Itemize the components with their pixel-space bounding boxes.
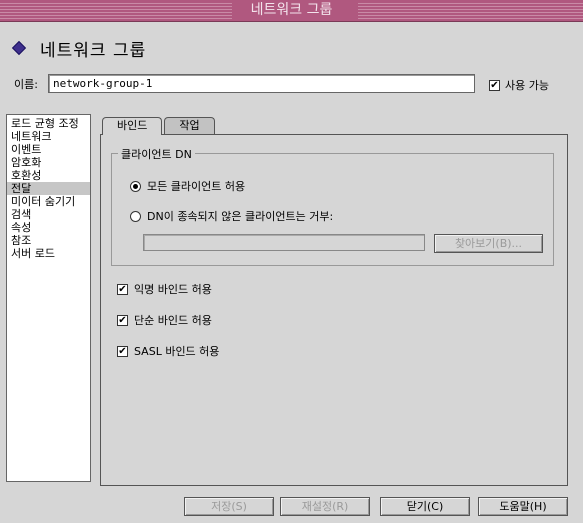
- allow-all-option[interactable]: 모든 클라이언트 허용: [130, 178, 245, 194]
- titlebar-grip-left: [0, 3, 232, 19]
- titlebar-grip-right: [358, 3, 583, 19]
- sidebar-item-attributes[interactable]: 속성: [7, 221, 90, 234]
- deny-unbound-radio[interactable]: [130, 210, 141, 222]
- bind-panel: 클라이언트 DN 모든 클라이언트 허용 DN이 종속되지 않은 클라이언트는 …: [100, 134, 568, 486]
- sidebar-item-events[interactable]: 이벤트: [7, 143, 90, 156]
- sasl-bind-label: SASL 바인드 허용: [134, 345, 220, 358]
- anonymous-bind-label: 익명 바인드 허용: [134, 283, 212, 296]
- sidebar: 로드 균형 조정 네트워크 이벤트 암호화 호환성 전달 미이터 숨기기 검색 …: [6, 114, 91, 482]
- tab-bar: 바인드 작업: [102, 117, 217, 135]
- dn-input[interactable]: [143, 234, 425, 251]
- page-header: 네트워크 그룹: [11, 36, 147, 61]
- sidebar-item-referrals[interactable]: 참조: [7, 234, 90, 247]
- sasl-bind-option[interactable]: ✔ SASL 바인드 허용: [117, 343, 219, 359]
- sasl-bind-checkbox[interactable]: ✔: [117, 345, 128, 357]
- deny-unbound-option[interactable]: DN이 종속되지 않은 클라이언트는 거부:: [130, 208, 333, 224]
- sidebar-item-search[interactable]: 검색: [7, 208, 90, 221]
- reset-button[interactable]: 재설정(R): [280, 497, 370, 516]
- anonymous-bind-option[interactable]: ✔ 익명 바인드 허용: [117, 281, 212, 297]
- simple-bind-option[interactable]: ✔ 단순 바인드 허용: [117, 312, 212, 328]
- page-title: 네트워크 그룹: [40, 40, 147, 61]
- network-group-icon: [11, 40, 27, 56]
- sidebar-item-forwarding[interactable]: 전달: [7, 182, 90, 195]
- enabled-checkbox[interactable]: ✔: [489, 79, 500, 91]
- tab-operations[interactable]: 작업: [164, 117, 215, 134]
- sidebar-item-network[interactable]: 네트워크: [7, 130, 90, 143]
- window-title: 네트워크 그룹: [250, 2, 333, 18]
- sidebar-item-hide-data[interactable]: 미이터 숨기기: [7, 195, 90, 208]
- deny-unbound-label: DN이 종속되지 않은 클라이언트는 거부:: [147, 210, 334, 223]
- sidebar-item-compatibility[interactable]: 호환성: [7, 169, 90, 182]
- simple-bind-label: 단순 바인드 허용: [134, 314, 212, 327]
- enabled-label: 사용 가능: [505, 79, 549, 92]
- save-button[interactable]: 저장(S): [184, 497, 274, 516]
- sidebar-item-load-balancing[interactable]: 로드 균형 조정: [7, 117, 90, 130]
- close-button[interactable]: 닫기(C): [380, 497, 470, 516]
- title-bar: 네트워크 그룹: [0, 0, 583, 22]
- allow-all-radio[interactable]: [130, 180, 141, 192]
- sidebar-item-server-load[interactable]: 서버 로드: [7, 247, 90, 260]
- client-dn-group: 클라이언트 DN 모든 클라이언트 허용 DN이 종속되지 않은 클라이언트는 …: [111, 146, 554, 266]
- allow-all-label: 모든 클라이언트 허용: [147, 180, 246, 193]
- sidebar-item-encryption[interactable]: 암호화: [7, 156, 90, 169]
- simple-bind-checkbox[interactable]: ✔: [117, 314, 128, 326]
- browse-button[interactable]: 찾아보기(B)...: [434, 234, 543, 253]
- enabled-toggle[interactable]: ✔ 사용 가능: [489, 77, 549, 93]
- tab-bind[interactable]: 바인드: [102, 117, 163, 135]
- anonymous-bind-checkbox[interactable]: ✔: [117, 283, 128, 295]
- name-label: 이름:: [14, 78, 38, 91]
- client-dn-group-label: 클라이언트 DN: [118, 146, 195, 162]
- name-input[interactable]: network-group-1: [48, 74, 475, 93]
- help-button[interactable]: 도움말(H): [478, 497, 568, 516]
